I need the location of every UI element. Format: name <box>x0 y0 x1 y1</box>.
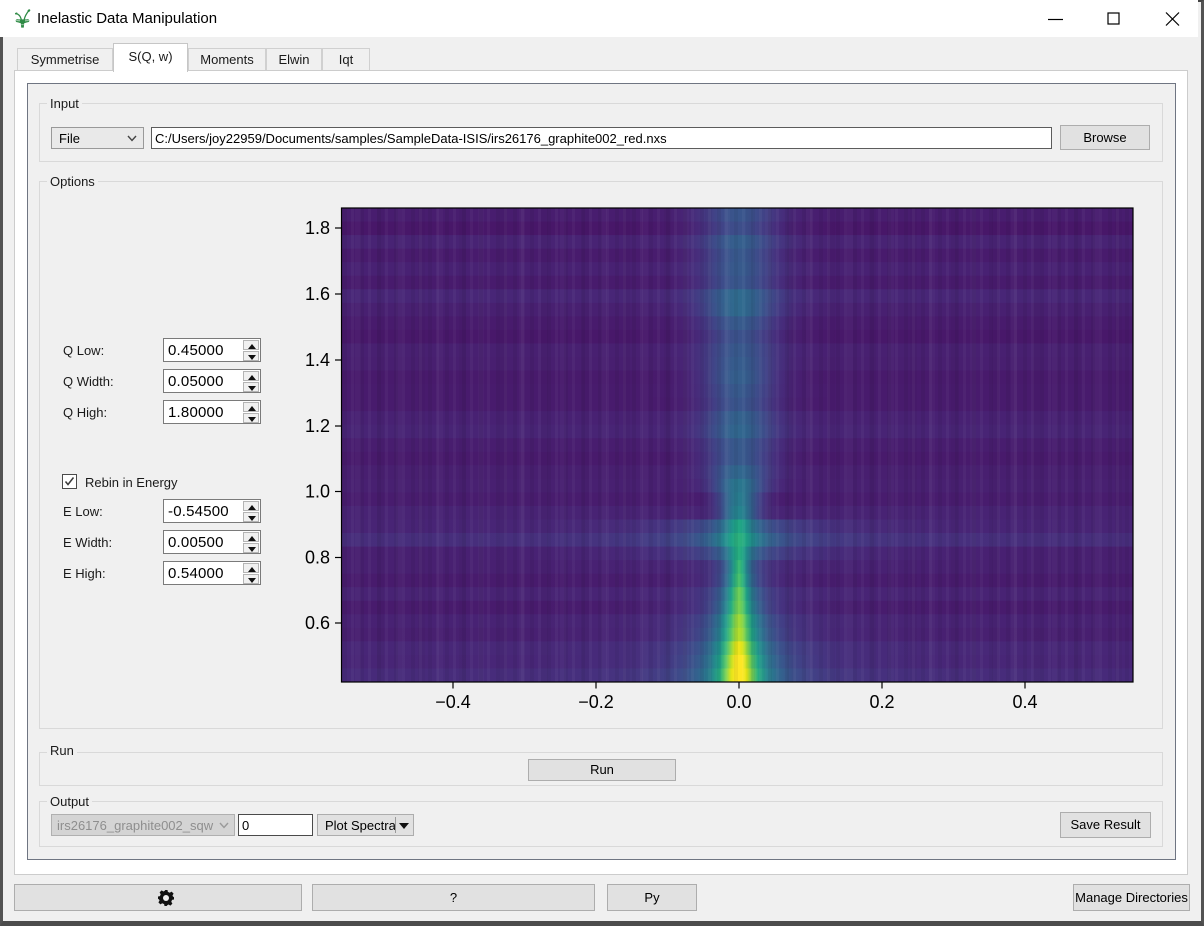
svg-text:−0.4: −0.4 <box>435 692 471 712</box>
svg-text:0.4: 0.4 <box>1012 692 1037 712</box>
svg-text:1.0: 1.0 <box>305 482 330 502</box>
svg-text:1.8: 1.8 <box>305 218 330 238</box>
svg-text:0.8: 0.8 <box>305 548 330 568</box>
svg-text:1.6: 1.6 <box>305 284 330 304</box>
svg-text:0.2: 0.2 <box>869 692 894 712</box>
svg-text:−0.2: −0.2 <box>578 692 614 712</box>
svg-text:1.2: 1.2 <box>305 416 330 436</box>
svg-text:0.0: 0.0 <box>726 692 751 712</box>
svg-text:0.6: 0.6 <box>305 613 330 633</box>
svg-text:1.4: 1.4 <box>305 350 330 370</box>
